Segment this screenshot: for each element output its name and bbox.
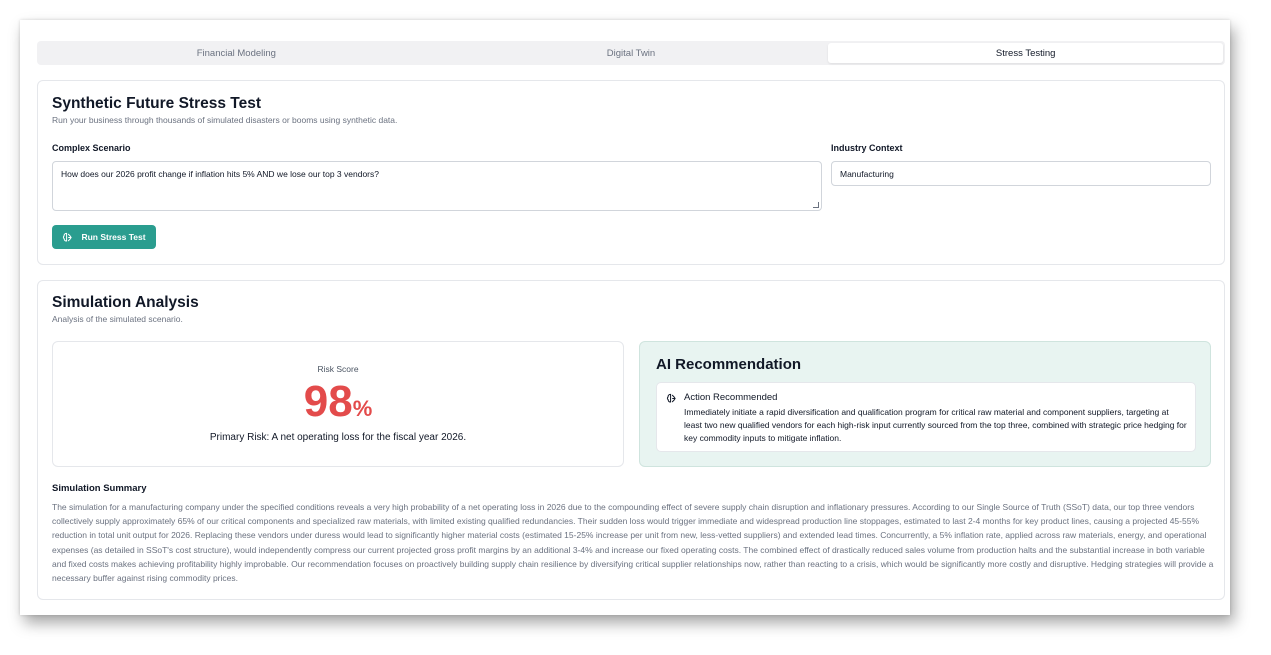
tab-bar: Financial Modeling Digital Twin Stress T… xyxy=(37,41,1225,65)
action-recommended-alert: Action Recommended Immediately initiate … xyxy=(656,382,1196,452)
industry-input[interactable]: Manufacturing xyxy=(831,161,1211,186)
industry-value: Manufacturing xyxy=(840,169,894,179)
risk-score-unit: % xyxy=(352,396,373,421)
stress-test-title: Synthetic Future Stress Test xyxy=(52,95,262,112)
risk-score-label: Risk Score xyxy=(317,364,359,374)
ai-recommendation-title: AI Recommendation xyxy=(656,356,802,373)
industry-label: Industry Context xyxy=(831,143,903,153)
tab-digital-twin[interactable]: Digital Twin xyxy=(434,43,829,63)
tab-stress-testing[interactable]: Stress Testing xyxy=(828,43,1224,63)
scenario-textarea[interactable]: How does our 2026 profit change if infla… xyxy=(52,161,822,211)
risk-score-value: 98% xyxy=(53,378,623,426)
tab-financial-modeling[interactable]: Financial Modeling xyxy=(39,43,434,63)
risk-score-number: 98 xyxy=(303,377,353,426)
run-button-label: Run Stress Test xyxy=(81,232,146,242)
ai-recommendation-panel: AI Recommendation Action Recommended Imm… xyxy=(639,341,1211,467)
primary-risk-text: Primary Risk: A net operating loss for t… xyxy=(209,432,467,443)
brain-icon xyxy=(63,232,73,242)
analysis-title: Simulation Analysis xyxy=(52,294,199,311)
summary-title: Simulation Summary xyxy=(52,483,147,494)
stress-test-card: Synthetic Future Stress Test Run your bu… xyxy=(37,80,1225,265)
risk-score-panel: Risk Score 98% Primary Risk: A net opera… xyxy=(52,341,624,467)
stress-test-description: Run your business through thousands of s… xyxy=(52,115,398,125)
summary-text: The simulation for a manufacturing compa… xyxy=(52,502,1214,584)
run-stress-test-button[interactable]: Run Stress Test xyxy=(52,225,156,249)
brain-icon xyxy=(666,393,676,403)
action-text: Immediately initiate a rapid diversifica… xyxy=(684,407,1187,443)
scenario-label: Complex Scenario xyxy=(52,143,131,153)
analysis-description: Analysis of the simulated scenario. xyxy=(52,314,183,324)
scenario-text: How does our 2026 profit change if infla… xyxy=(61,169,379,179)
action-title: Action Recommended xyxy=(684,392,778,403)
simulation-analysis-card: Simulation Analysis Analysis of the simu… xyxy=(37,280,1225,600)
resize-handle[interactable] xyxy=(813,202,819,208)
